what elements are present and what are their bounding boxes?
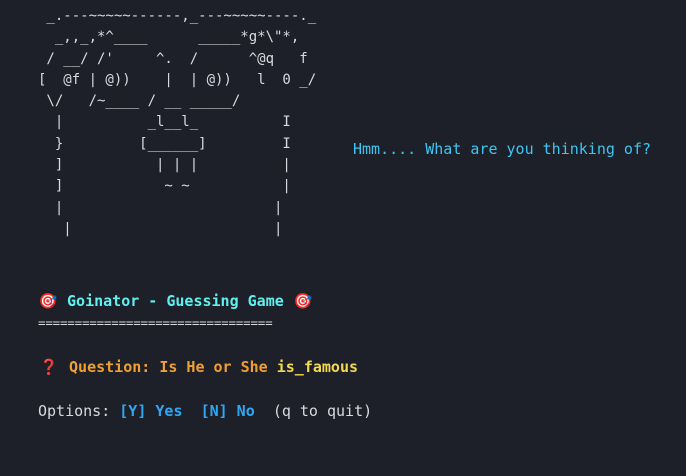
question-line: ❓ Question: Is He or She is_famous <box>38 358 358 376</box>
game-title: Goinator - Guessing Game <box>67 292 284 310</box>
question-prefix: Question: Is He or She <box>69 358 277 376</box>
game-title-line: 🎯 Goinator - Guessing Game 🎯 <box>38 292 313 310</box>
options-line: Options: [Y] Yes [N] No (q to quit) <box>38 402 372 420</box>
title-separator: ================================ <box>38 315 273 330</box>
question-attribute: is_famous <box>276 358 359 376</box>
target-icon: 🎯 <box>38 292 58 310</box>
yes-option[interactable]: [Y] Yes <box>119 402 182 420</box>
quit-option[interactable]: (q to quit) <box>273 402 372 420</box>
goinator-ascii-art: _.---~~~~~------,_---~~~~~----._ _,,_,*^… <box>38 8 317 237</box>
no-option[interactable]: [N] No <box>201 402 255 420</box>
terminal-window: _.---~~~~~------,_---~~~~~----._ _,,_,*^… <box>0 0 686 476</box>
options-label: Options: <box>38 402 120 420</box>
target-icon: 🎯 <box>293 292 313 310</box>
speech-bubble-text: Hmm.... What are you thinking of? <box>353 140 652 158</box>
question-mark-icon: ❓ <box>39 358 59 376</box>
